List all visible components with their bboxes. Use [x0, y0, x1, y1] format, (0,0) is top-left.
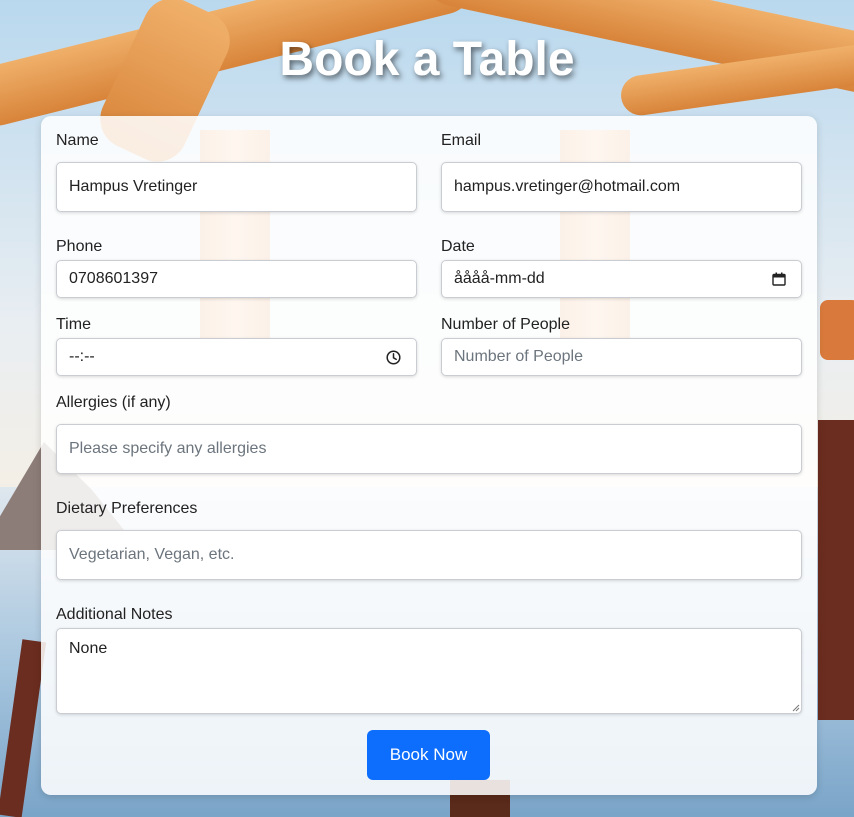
time-field[interactable] [56, 338, 417, 376]
email-label: Email [441, 132, 482, 149]
dietary-field[interactable] [56, 530, 802, 580]
notes-field[interactable]: None [56, 628, 802, 714]
clock-icon[interactable] [382, 346, 404, 368]
name-field[interactable] [56, 162, 417, 212]
people-label: Number of People [441, 316, 570, 333]
name-label: Name [56, 132, 99, 149]
dietary-label: Dietary Preferences [56, 500, 198, 517]
allergies-field[interactable] [56, 424, 802, 474]
date-field[interactable] [441, 260, 802, 298]
people-field[interactable] [441, 338, 802, 376]
book-now-button[interactable]: Book Now [367, 730, 490, 780]
notes-label: Additional Notes [56, 606, 173, 623]
email-field[interactable] [441, 162, 802, 212]
phone-field[interactable] [56, 260, 417, 298]
calendar-icon[interactable] [768, 268, 790, 290]
allergies-label: Allergies (if any) [56, 394, 171, 411]
phone-label: Phone [56, 238, 103, 255]
page-title: Book a Table [279, 33, 575, 86]
date-label: Date [441, 238, 475, 255]
time-label: Time [56, 316, 91, 333]
resize-handle-icon[interactable] [790, 702, 800, 712]
